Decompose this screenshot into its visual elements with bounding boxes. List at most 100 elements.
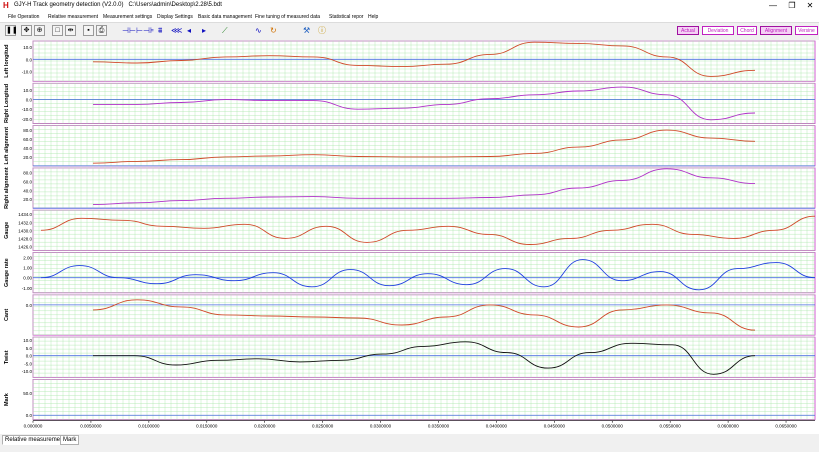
menu-file-operation[interactable]: File Operation — [8, 14, 39, 20]
menu-help[interactable]: Help — [368, 14, 378, 20]
ytick-label: 1426.0 — [18, 244, 32, 249]
ytick-label: 0.00 — [23, 276, 32, 281]
panel-label: Right Longitud — [4, 84, 10, 123]
ytick-label: 40.0 — [23, 188, 32, 193]
ytick-label: 1430.0 — [18, 228, 32, 233]
ytick-label: 10.0 — [23, 338, 32, 343]
menu-measurement-settings[interactable]: Measurement settings — [103, 14, 152, 20]
ytick-label: 1428.0 — [18, 236, 32, 241]
waveform-icon[interactable]: ∿ — [255, 25, 262, 37]
xtick-label: 0.0400000 — [486, 424, 508, 429]
xtick-label: 0.0500000 — [602, 424, 624, 429]
ytick-label: 50.0 — [23, 391, 32, 396]
info-icon[interactable]: ⓘ — [318, 25, 326, 37]
ytick-label: -5.0 — [24, 361, 32, 366]
xtick-label: 0.0200000 — [254, 424, 276, 429]
xtick-label: 0.0450000 — [544, 424, 566, 429]
panel-label: Cant — [4, 309, 10, 321]
xtick-label: 0.0550000 — [660, 424, 682, 429]
ytick-label: -10.0 — [22, 369, 33, 374]
menu-basic-data-management[interactable]: Basic data management — [198, 14, 252, 20]
ytick-label: 0.0 — [26, 98, 33, 103]
panel-label: Left alignment — [4, 127, 10, 165]
close-button[interactable]: ✕ — [803, 1, 817, 10]
tools-icon[interactable]: ⚒ — [303, 25, 310, 37]
chart-svg: 10.0 0.0 -10.0 Left longitud 10.0 0.0 -10.0 -20… — [4, 40, 816, 429]
ytick-label: 1.00 — [23, 266, 32, 271]
xtick-label: 0.0600000 — [717, 424, 739, 429]
wave-icon[interactable]: ⋘ — [171, 25, 182, 37]
ytick-label: -20.0 — [22, 117, 33, 122]
xtick-label: 0.0250000 — [312, 424, 334, 429]
align-left-icon[interactable]: ⊧ — [150, 25, 154, 37]
xtick-label: 0.0100000 — [138, 424, 160, 429]
menu-fine-tuning[interactable]: Fine tuning of measured data — [255, 14, 320, 20]
ytick-label: 80.0 — [23, 170, 32, 175]
ytick-label: 1434.0 — [18, 212, 32, 217]
move-icon[interactable]: ✥ — [21, 25, 32, 36]
window-title: GJY-H Track geometry detection (V2.0.0) … — [14, 2, 222, 8]
view-chord-button[interactable]: Chord — [737, 26, 757, 35]
ytick-label: 80.0 — [23, 128, 32, 133]
menu-display-settings[interactable]: Display Settings — [157, 14, 193, 20]
ytick-label: 10.0 — [23, 45, 32, 50]
panel-label: Left longitud — [4, 45, 10, 78]
tab-mark[interactable]: Mark — [60, 435, 80, 445]
ytick-label: 0.0 — [26, 57, 33, 62]
xtick-label: 0.000000 — [24, 424, 43, 429]
zoom-icon[interactable]: ⊕ — [34, 25, 45, 36]
view-actual-button[interactable]: Actual — [677, 26, 699, 35]
save-icon[interactable]: ▪ — [83, 25, 94, 36]
panel-label: Gauge — [4, 222, 10, 239]
pause-icon[interactable]: ❚❚ — [5, 25, 18, 36]
title-bar: H GJY-H Track geometry detection (V2.0.0… — [0, 0, 819, 12]
menu-bar: File Operation Relative measurement Meas… — [0, 12, 819, 23]
ytick-label: 0.0 — [26, 303, 33, 308]
print-icon[interactable]: ⎙ — [96, 25, 107, 36]
maximize-button[interactable]: ❐ — [785, 1, 799, 10]
grid-icon[interactable]: ⩩ — [158, 25, 162, 37]
split-icon[interactable]: ⇹ — [65, 25, 76, 36]
app-logo-icon: H — [3, 1, 9, 10]
panel-label: Mark — [4, 392, 10, 406]
panel-label: Gauge rate — [4, 258, 10, 287]
select-box-icon[interactable]: □ — [52, 25, 63, 36]
ytick-label: 0.0 — [26, 413, 33, 418]
ytick-label: 60.0 — [23, 137, 32, 142]
panel-label: Twist — [4, 350, 10, 364]
plot-area[interactable]: 10.0 0.0 -10.0 Left longitud 10.0 0.0 -10.0 -20… — [0, 40, 819, 434]
tab-relative-measurement[interactable]: Relative measurement — [2, 435, 69, 445]
tab-bar: Relative measurement Mark — [0, 434, 819, 452]
ytick-label: 60.0 — [23, 179, 32, 184]
refresh-icon[interactable]: ↻ — [270, 25, 277, 37]
scale-out-icon[interactable]: ⊢⊣ — [136, 25, 150, 37]
menu-relative-measurement[interactable]: Relative measurement — [48, 14, 98, 20]
toolbar: ❚❚ ✥ ⊕ □ ⇹ ▪ ⎙ ⊣⊢ ⊢⊣ ⊧ ⩩ ⋘ ◂ ▸ ⟋ ∿ ↻ ⚒ ⓘ… — [0, 23, 819, 40]
xtick-label: 0.0150000 — [196, 424, 218, 429]
minimize-button[interactable]: — — [766, 1, 780, 10]
prev-icon[interactable]: ◂ — [187, 25, 191, 37]
xtick-label: 0.0300000 — [370, 424, 392, 429]
view-alignment-button[interactable]: Alignment — [760, 26, 792, 35]
ytick-label: 2.00 — [23, 256, 32, 261]
ytick-label: 20.0 — [23, 155, 32, 160]
ytick-label: 10.0 — [23, 88, 32, 93]
ytick-label: 20.0 — [23, 197, 32, 202]
curve-icon[interactable]: ⟋ — [222, 25, 228, 37]
ytick-label: 40.0 — [23, 146, 32, 151]
view-deviation-button[interactable]: Deviation — [702, 26, 734, 35]
ytick-label: 0.0 — [26, 354, 33, 359]
view-versine-button[interactable]: Versine — [795, 26, 818, 35]
scale-in-icon[interactable]: ⊣⊢ — [122, 25, 136, 37]
ytick-label: -1.00 — [22, 286, 33, 291]
xtick-label: 0.0650000 — [775, 424, 797, 429]
ytick-label: -10.0 — [22, 70, 33, 75]
xtick-label: 0.0350000 — [428, 424, 450, 429]
ytick-label: -10.0 — [22, 107, 33, 112]
menu-statistical-report[interactable]: Statistical repor — [329, 14, 363, 20]
ytick-label: 5.0 — [26, 346, 33, 351]
panel-label: Right alignment — [4, 167, 10, 209]
next-icon[interactable]: ▸ — [202, 25, 206, 37]
xtick-label: 0.0050000 — [80, 424, 102, 429]
ytick-label: 1432.0 — [18, 220, 32, 225]
